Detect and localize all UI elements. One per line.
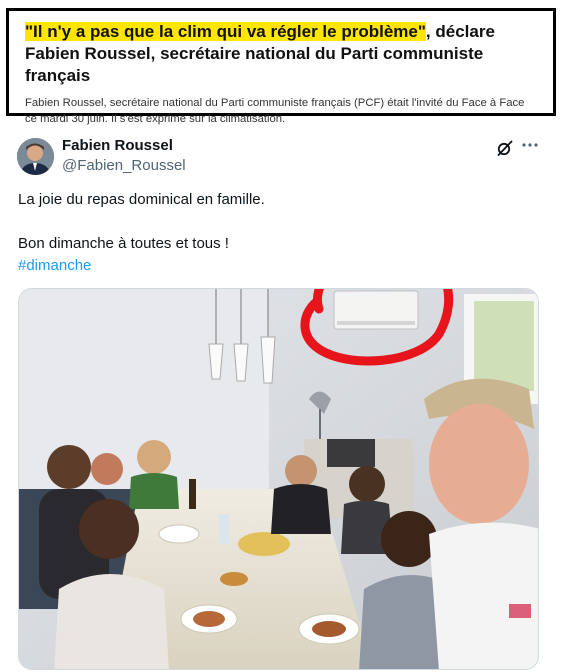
author-name[interactable]: Fabien Roussel [62,137,173,154]
avatar[interactable] [17,138,54,175]
news-article-card[interactable]: "Il n'y a pas que la clim qui va régler … [6,8,556,125]
more-icon[interactable] [521,136,539,154]
tweet-line-1: La joie du repas dominical en famille. [18,191,265,208]
grok-icon[interactable] [496,139,514,157]
tweet-photo[interactable] [18,288,539,670]
article-headline[interactable]: "Il n'y a pas que la clim qui va régler … [25,21,539,87]
hashtag-link[interactable]: #dimanche [18,257,91,274]
tweet-line-2: Bon dimanche à toutes et tous ! [18,235,229,252]
air-conditioner [333,290,419,330]
tweet-text: La joie du repas dominical en famille. B… [18,189,538,277]
headline-quote: "Il n'y a pas que la clim qui va régler … [25,22,426,41]
tweet[interactable]: Fabien Roussel @Fabien_Roussel La joie d… [0,122,562,672]
author-handle[interactable]: @Fabien_Roussel [62,157,186,174]
